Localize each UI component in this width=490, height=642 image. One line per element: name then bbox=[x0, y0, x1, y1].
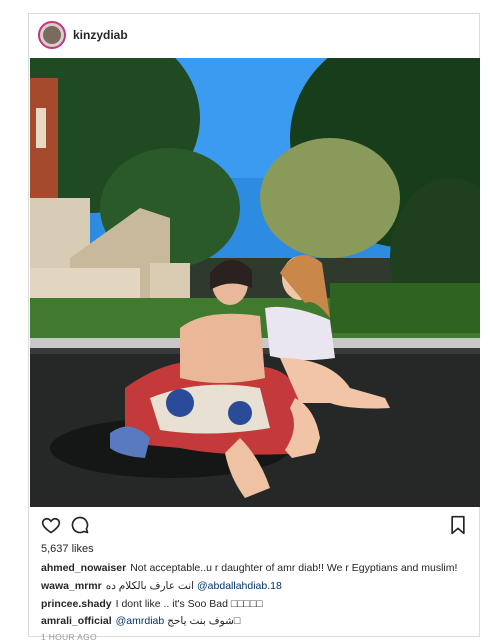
comment-bubble-icon[interactable] bbox=[70, 515, 90, 540]
comment-text: Not acceptable..u r daughter of amr diab… bbox=[130, 562, 458, 574]
comment-item: amrali_official @amrdiab شوف بنت ياحج□ bbox=[41, 615, 240, 627]
action-bar bbox=[29, 514, 479, 538]
comment-item: ahmed_nowaiser Not acceptable..u r daught… bbox=[41, 562, 457, 574]
post-username[interactable]: kinzydiab bbox=[73, 28, 128, 42]
comment-mention[interactable]: @amrdiab bbox=[116, 615, 165, 627]
post-timestamp: 1 HOUR AGO bbox=[41, 632, 97, 642]
likes-count[interactable]: 5,637 likes bbox=[41, 543, 94, 555]
post-photo[interactable] bbox=[30, 58, 480, 507]
comment-item: princee.shady I dont like .. it's Soo Bad… bbox=[41, 598, 263, 610]
comment-username[interactable]: ahmed_nowaiser bbox=[41, 562, 126, 574]
comment-username[interactable]: princee.shady bbox=[41, 598, 112, 610]
bookmark-icon[interactable] bbox=[449, 515, 467, 540]
post-header: kinzydiab bbox=[29, 14, 479, 58]
avatar[interactable] bbox=[38, 21, 66, 49]
comment-text: I dont like .. it's Soo Bad □□□□□ bbox=[115, 598, 263, 610]
comment-username[interactable]: amrali_official bbox=[41, 615, 112, 627]
comment-item: wawa_mrmr انت عارف بالكلام ده @abdallahdi… bbox=[41, 580, 282, 592]
comment-username[interactable]: wawa_mrmr bbox=[41, 580, 102, 592]
comment-mention[interactable]: @abdallahdiab.18 bbox=[197, 580, 282, 592]
comment-text: شوف بنت ياحج□ bbox=[164, 615, 241, 627]
comment-text: انت عارف بالكلام ده bbox=[105, 580, 198, 592]
post-card: kinzydiab 5,637 likes ahmed_nowaiser Not… bbox=[28, 13, 480, 642]
heart-icon[interactable] bbox=[41, 515, 61, 540]
